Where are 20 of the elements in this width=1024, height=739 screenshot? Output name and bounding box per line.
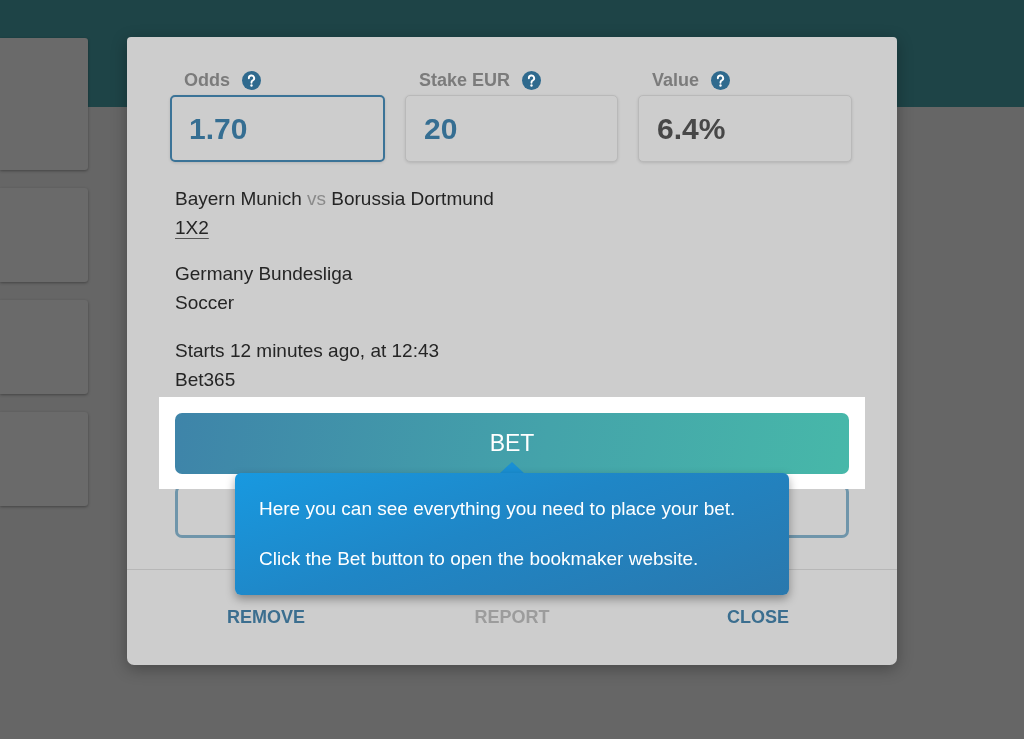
field-label: Odds <box>184 69 230 91</box>
sport-name: Soccer <box>175 291 235 315</box>
field-label: Value <box>652 69 700 91</box>
match-title: Bayern Munich vs Borussia Dortmund <box>175 187 494 211</box>
league-name: Germany Bundesliga <box>175 262 353 286</box>
footer-button[interactable]: CLOSE <box>717 601 799 634</box>
input-field[interactable]: 1.70 <box>170 95 385 162</box>
readout-field: 6.4% <box>638 95 852 162</box>
tooltip-text: Click the Bet button to open the bookmaker website. <box>259 547 700 571</box>
help-icon[interactable] <box>522 70 542 90</box>
start-time: Starts 12 minutes ago, at 12:43 <box>175 339 440 363</box>
tooltip-text: Here you can see everything you need to place your bet. <box>259 497 737 521</box>
footer-button[interactable]: REMOVE <box>217 601 315 634</box>
help-icon[interactable] <box>711 70 731 90</box>
bookmaker-name: Bet365 <box>175 368 236 392</box>
market-link[interactable]: 1X2 <box>175 217 209 239</box>
help-icon[interactable] <box>242 70 261 90</box>
input-field[interactable]: 20 <box>405 95 618 162</box>
bet-button[interactable]: BET <box>175 413 849 474</box>
field-label: Stake EUR <box>419 69 511 91</box>
